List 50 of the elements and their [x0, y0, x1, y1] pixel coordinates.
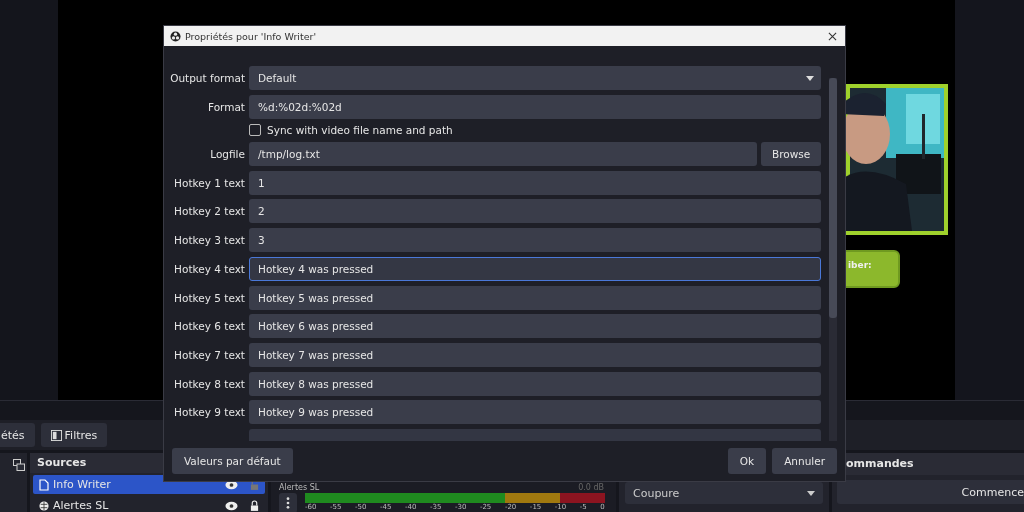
eye-icon[interactable]	[225, 500, 238, 511]
close-icon[interactable]	[828, 31, 837, 41]
defaults-button[interactable]: Valeurs par défaut	[172, 448, 293, 474]
input-field[interactable]: Hotkey 9 was pressed	[249, 400, 821, 425]
scrollbar-thumb[interactable]	[829, 78, 837, 318]
transition-dropdown[interactable]: Coupure	[625, 482, 823, 504]
more-icon	[286, 497, 290, 509]
input-field[interactable]: Hotkey 7 was pressed	[249, 342, 821, 367]
caret-icon	[807, 490, 815, 496]
field-label: Logfile	[209, 148, 245, 161]
app-logo-icon	[170, 30, 181, 42]
ok-button[interactable]: Ok	[727, 448, 767, 474]
input-field[interactable]: /tmp/log.txt	[249, 142, 758, 167]
checkbox-label: Sync with video file name and path	[267, 124, 453, 137]
lock-icon[interactable]	[250, 500, 259, 511]
output-format-dropdown[interactable]: Default	[249, 66, 821, 90]
input-field[interactable]: 1	[249, 170, 821, 195]
field-label: Hotkey 8 text	[173, 377, 245, 390]
volume-reading: 0.0 dB	[578, 483, 604, 492]
toolbar-button[interactable]: étés	[0, 423, 35, 447]
caret-icon	[806, 75, 814, 81]
globe-icon	[39, 499, 49, 512]
input-field[interactable]: Hotkey 8 was pressed	[249, 371, 821, 396]
channel-name: Alertes SL	[279, 483, 320, 492]
cancel-button[interactable]: Annuler	[772, 448, 837, 474]
file-icon	[39, 478, 49, 491]
input-field[interactable]: %d:%02d:%02d	[249, 94, 821, 119]
field-label: Hotkey 7 text	[173, 348, 245, 361]
field-label: Hotkey 2 text	[173, 205, 245, 218]
input-field[interactable]: Hotkey 4 was pressed	[249, 256, 821, 281]
field-label: Hotkey 4 text	[173, 262, 245, 275]
field-label: Hotkey 1 text	[173, 176, 245, 189]
input-field[interactable]: Hotkey 5 was pressed	[249, 285, 821, 310]
more-button[interactable]	[279, 493, 297, 512]
field-label: Hotkey 3 text	[173, 234, 245, 247]
field-label: Hotkey 9 text	[173, 406, 245, 419]
field-label: Output format	[169, 72, 245, 84]
field-label: Hotkey 5 text	[173, 291, 245, 304]
filter-icon	[50, 429, 62, 441]
checkbox[interactable]	[249, 124, 261, 137]
start-button[interactable]: Commence	[837, 480, 1024, 504]
input-field[interactable]: 2	[249, 199, 821, 224]
toolbar-button[interactable]: Filtres	[40, 423, 108, 447]
source-item[interactable]: Alertes SL	[33, 496, 265, 512]
input-field[interactable]: 3	[249, 228, 821, 253]
field-label: Format	[207, 100, 245, 113]
window-title: Propriétés pour 'Info Writer'	[185, 30, 318, 42]
input-field[interactable]: Hotkey 6 was pressed	[249, 314, 821, 339]
browse-button[interactable]: Browse	[761, 142, 821, 167]
field-label: Hotkey 6 text	[173, 320, 245, 333]
